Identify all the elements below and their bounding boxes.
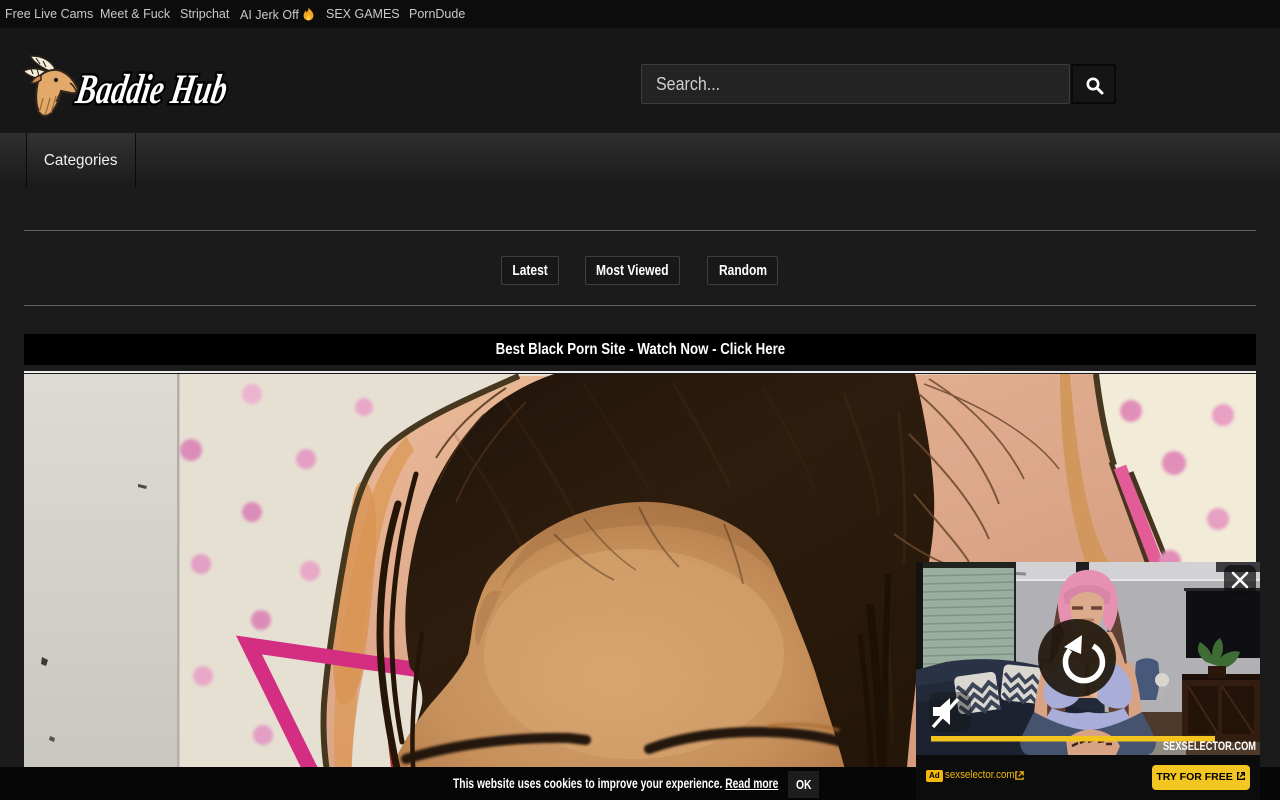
svg-text:Baddie Hub: Baddie Hub [72, 66, 231, 113]
svg-text:SEXSELECTOR.COM: SEXSELECTOR.COM [1163, 741, 1256, 753]
